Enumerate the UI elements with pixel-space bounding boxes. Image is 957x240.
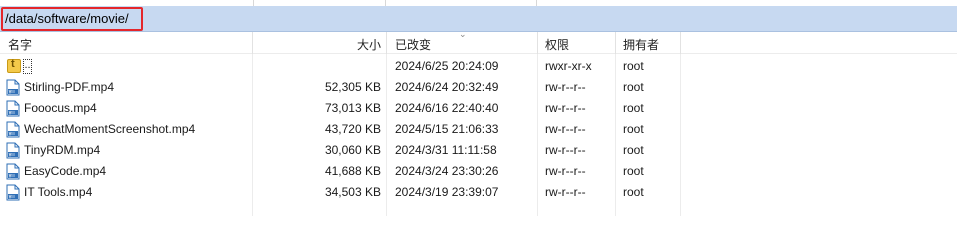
file-permissions: rw-r--r-- bbox=[545, 143, 586, 157]
file-row[interactable]: Fooocus.mp4 73,013 KB 2024/6/16 22:40:40 rw… bbox=[0, 98, 957, 119]
file-size: 52,305 KB bbox=[324, 80, 381, 94]
column-separator[interactable] bbox=[615, 32, 616, 54]
row-owner: root bbox=[623, 59, 644, 73]
column-separator[interactable] bbox=[537, 32, 538, 54]
mp4-file-icon bbox=[6, 163, 20, 180]
file-row[interactable]: WechatMomentScreenshot.mp4 43,720 KB 2024/… bbox=[0, 119, 957, 140]
column-header-modified[interactable]: 已改变 bbox=[395, 36, 431, 53]
file-permissions: rw-r--r-- bbox=[545, 164, 586, 178]
column-header-name[interactable]: 名字 bbox=[8, 36, 32, 53]
column-separator[interactable] bbox=[252, 32, 253, 54]
parent-directory-row[interactable]: .. 2024/6/25 20:24:09 rwxr-xr-x root bbox=[0, 56, 957, 77]
column-separator[interactable] bbox=[680, 32, 681, 54]
file-row[interactable]: EasyCode.mp4 41,688 KB 2024/3/24 23:30:26 r… bbox=[0, 161, 957, 182]
file-owner: root bbox=[623, 185, 644, 199]
file-name[interactable]: WechatMomentScreenshot.mp4 bbox=[24, 122, 195, 136]
sort-descending-icon: ⌄ bbox=[459, 29, 467, 39]
mp4-file-icon bbox=[6, 121, 20, 138]
file-row[interactable]: TinyRDM.mp4 30,060 KB 2024/3/31 11:11:58 rw… bbox=[0, 140, 957, 161]
file-permissions: rw-r--r-- bbox=[545, 80, 586, 94]
file-name[interactable]: Fooocus.mp4 bbox=[24, 101, 97, 115]
file-modified: 2024/5/15 21:06:33 bbox=[395, 122, 499, 136]
file-modified: 2024/3/31 11:11:58 bbox=[395, 143, 497, 157]
column-header-owner[interactable]: 拥有者 bbox=[623, 36, 659, 53]
file-name[interactable]: Stirling-PDF.mp4 bbox=[24, 80, 114, 94]
mp4-file-icon bbox=[6, 79, 20, 96]
file-row[interactable]: Stirling-PDF.mp4 52,305 KB 2024/6/24 20:32… bbox=[0, 77, 957, 98]
mp4-file-icon bbox=[6, 100, 20, 117]
file-modified: 2024/3/24 23:30:26 bbox=[395, 164, 499, 178]
mp4-file-icon bbox=[6, 184, 20, 201]
column-header-size[interactable]: 大小 bbox=[357, 36, 381, 53]
mp4-file-icon bbox=[6, 142, 20, 159]
column-header-permissions[interactable]: 权限 bbox=[545, 36, 569, 53]
file-owner: root bbox=[623, 164, 644, 178]
file-size: 41,688 KB bbox=[324, 164, 381, 178]
file-modified: 2024/3/19 23:39:07 bbox=[395, 185, 499, 199]
file-modified: 2024/6/24 20:32:49 bbox=[395, 80, 499, 94]
row-modified: 2024/6/25 20:24:09 bbox=[395, 59, 499, 73]
file-size: 34,503 KB bbox=[324, 185, 381, 199]
file-size: 43,720 KB bbox=[324, 122, 381, 136]
file-owner: root bbox=[623, 143, 644, 157]
file-owner: root bbox=[623, 122, 644, 136]
row-permissions: rwxr-xr-x bbox=[545, 59, 592, 73]
file-permissions: rw-r--r-- bbox=[545, 101, 586, 115]
parent-folder-icon bbox=[7, 58, 21, 73]
file-modified: 2024/6/16 22:40:40 bbox=[395, 101, 499, 115]
parent-directory-label: .. bbox=[23, 59, 32, 74]
file-size: 73,013 KB bbox=[324, 101, 381, 115]
highlight-annotation-box bbox=[1, 7, 143, 31]
column-separator[interactable] bbox=[386, 32, 387, 54]
file-name[interactable]: TinyRDM.mp4 bbox=[24, 143, 100, 157]
path-bar[interactable]: /data/software/movie/ bbox=[0, 6, 957, 32]
file-owner: root bbox=[623, 101, 644, 115]
file-permissions: rw-r--r-- bbox=[545, 185, 586, 199]
file-list-header: 名字 大小 已改变 ⌄ 权限 拥有者 bbox=[0, 29, 957, 54]
file-owner: root bbox=[623, 80, 644, 94]
file-name[interactable]: EasyCode.mp4 bbox=[24, 164, 106, 178]
file-row[interactable]: IT Tools.mp4 34,503 KB 2024/3/19 23:39:07 r… bbox=[0, 182, 957, 203]
file-name[interactable]: IT Tools.mp4 bbox=[24, 185, 92, 199]
file-size: 30,060 KB bbox=[324, 143, 381, 157]
file-permissions: rw-r--r-- bbox=[545, 122, 586, 136]
